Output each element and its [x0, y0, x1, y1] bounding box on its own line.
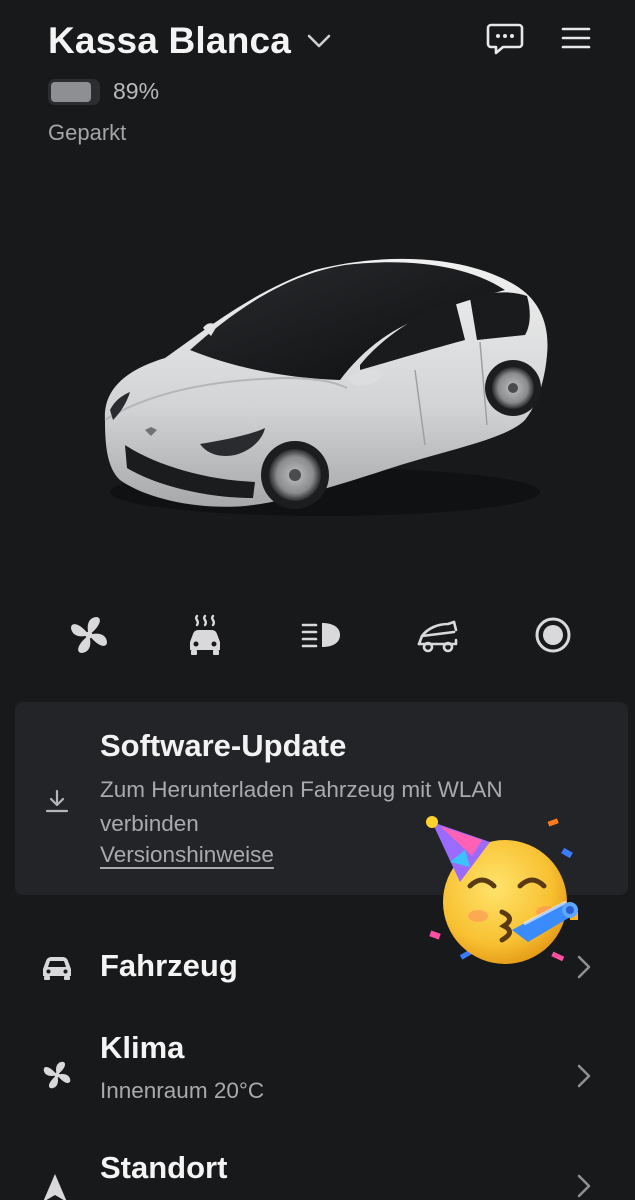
trunk-icon[interactable] [414, 612, 460, 658]
climate-row-title[interactable]: Klima [100, 1030, 184, 1066]
battery-icon [48, 78, 100, 105]
vehicle-selector[interactable]: Kassa Blanca [48, 20, 333, 62]
menu-icon[interactable] [561, 24, 591, 52]
battery-status: 89% [48, 78, 159, 105]
seat-heater-icon[interactable] [182, 612, 228, 658]
car-icon [43, 957, 71, 980]
chevron-right-icon[interactable] [574, 1062, 594, 1090]
messages-icon[interactable] [486, 22, 524, 56]
party-face-emoji [426, 816, 578, 964]
download-icon [45, 789, 69, 813]
battery-percent: 89% [113, 78, 160, 104]
chevron-down-icon [307, 34, 331, 48]
fan-icon[interactable] [66, 612, 112, 658]
vehicle-status: Geparkt [48, 120, 127, 145]
location-arrow-icon [43, 1174, 67, 1200]
vehicle-row-title[interactable]: Fahrzeug [100, 948, 238, 984]
fan-icon [43, 1061, 71, 1089]
chevron-right-icon[interactable] [574, 1172, 594, 1200]
location-row-title[interactable]: Standort [100, 1150, 227, 1186]
car-image [104, 258, 548, 516]
app-screen: Kassa Blanca 89% Geparkt Software-Update… [0, 0, 635, 1200]
headlights-icon[interactable] [298, 612, 344, 658]
software-update-title: Software-Update [100, 728, 347, 763]
release-notes-link[interactable]: Versionshinweise [100, 842, 274, 868]
climate-row-subtitle: Innenraum 20°C [100, 1078, 265, 1103]
vehicle-name: Kassa Blanca [48, 20, 292, 61]
record-icon[interactable] [530, 612, 576, 658]
battery-level-fill [51, 81, 92, 102]
